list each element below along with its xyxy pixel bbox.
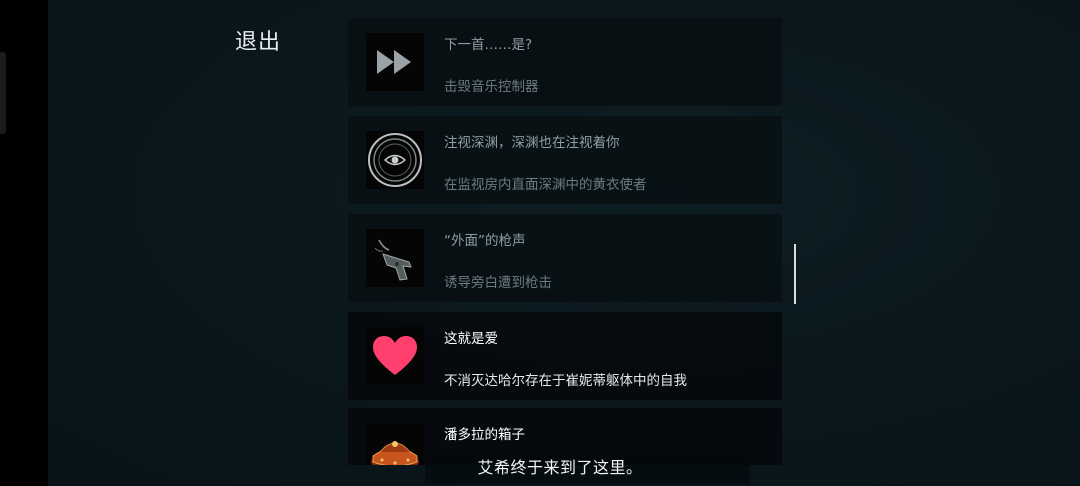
achievement-description: 在监视房内直面深渊中的黄衣使者 xyxy=(444,177,647,193)
achievement-description: 不消灭达哈尔存在于崔妮蒂躯体中的自我 xyxy=(444,373,687,389)
subtitle-text: 艾希终于来到了这里。 xyxy=(477,458,643,477)
achievement-title: “外面”的枪声 xyxy=(444,233,526,249)
achievement-icon-frame xyxy=(366,327,424,385)
game-screen: 退出 下一首……是? 击毁音乐控制器 注视深渊，深渊也在注视着你 在监视房内直面… xyxy=(0,0,1080,486)
achievement-description: 诱导旁白遭到枪击 xyxy=(444,275,552,291)
exit-button[interactable]: 退出 xyxy=(235,24,281,56)
scrollbar[interactable] xyxy=(794,244,796,304)
achievement-icon-frame xyxy=(366,33,424,91)
achievement-list[interactable]: 下一首……是? 击毁音乐控制器 注视深渊，深渊也在注视着你 在监视房内直面深渊中… xyxy=(348,10,782,465)
achievement-item[interactable]: “外面”的枪声 诱导旁白遭到枪击 xyxy=(348,214,782,302)
achievement-icon-frame xyxy=(366,229,424,287)
achievement-title: 这就是爱 xyxy=(444,331,498,347)
achievement-item[interactable]: 下一首……是? 击毁音乐控制器 xyxy=(348,18,782,106)
fast-forward-icon xyxy=(377,50,411,74)
achievement-item[interactable]: 注视深渊，深渊也在注视着你 在监视房内直面深渊中的黄衣使者 xyxy=(348,116,782,204)
achievement-title: 下一首……是? xyxy=(444,37,533,53)
left-edge-bar xyxy=(0,0,48,486)
achievement-title: 潘多拉的箱子 xyxy=(444,427,525,443)
heart-icon xyxy=(373,336,417,375)
achievement-item[interactable]: 这就是爱 不消灭达哈尔存在于崔妮蒂躯体中的自我 xyxy=(348,312,782,400)
achievement-icon-frame xyxy=(366,131,424,189)
achievement-title: 注视深渊，深渊也在注视着你 xyxy=(444,135,620,151)
pistol-icon xyxy=(374,239,412,281)
eye-icon xyxy=(368,133,422,187)
edge-handle[interactable] xyxy=(0,52,6,134)
achievement-description: 击毁音乐控制器 xyxy=(444,79,539,95)
